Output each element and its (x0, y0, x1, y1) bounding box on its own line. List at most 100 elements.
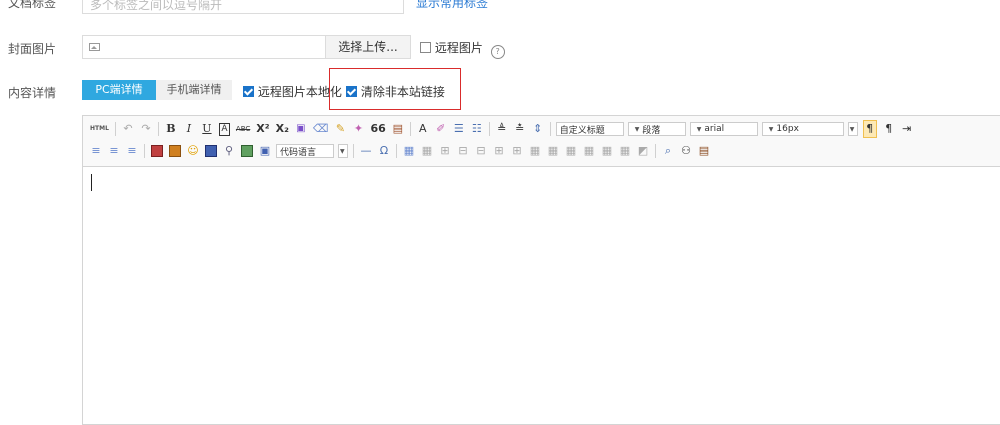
text-cursor (91, 174, 92, 191)
italic-button[interactable]: I (183, 121, 195, 137)
underline-button[interactable]: U (201, 121, 213, 137)
rich-text-editor[interactable]: HTML ↶ ↷ B I U A ABC X² X₂ ▣ ⌫ ✎ ✦ 66 ▤ … (82, 115, 1000, 425)
row-spacing-top-icon[interactable]: ≜ (496, 121, 508, 137)
special-char-button[interactable]: Ω (378, 143, 390, 159)
option-localize-images[interactable]: 远程图片本地化 (243, 83, 342, 100)
indent-icon[interactable]: ⇥ (901, 121, 913, 137)
template-icon[interactable]: ▤ (698, 143, 710, 159)
html-source-button[interactable]: HTML (90, 121, 109, 137)
toolbar-row-1: HTML ↶ ↷ B I U A ABC X² X₂ ▣ ⌫ ✎ ✦ 66 ▤ … (87, 120, 916, 138)
link-icon[interactable]: ⚲ (223, 143, 235, 159)
insert-paragraph-before-table-icon[interactable]: ⊞ (439, 143, 451, 159)
insert-table-icon[interactable]: ▦ (403, 143, 415, 159)
font-size-select[interactable]: ▼ 16px (761, 122, 844, 136)
line-height-icon[interactable]: ⇕ (532, 121, 544, 137)
toolbar-divider (409, 122, 411, 136)
toolbar-divider (549, 122, 551, 136)
font-size-dropdown[interactable]: ▼ (847, 122, 858, 136)
unordered-list-icon[interactable]: ☷ (471, 121, 483, 137)
undo-icon[interactable]: ↶ (122, 121, 134, 137)
content-label: 内容详情 (8, 86, 57, 100)
attachment-icon[interactable]: ▣ (259, 143, 271, 159)
chevron-down-icon: ▼ (849, 125, 855, 133)
cover-path-input[interactable] (82, 35, 326, 59)
paste-plain-icon[interactable]: ▤ (392, 121, 404, 137)
insert-col-icon[interactable]: ⊞ (493, 143, 505, 159)
toolbar-divider (353, 144, 354, 158)
show-common-tags-link[interactable]: 显示常用标签 (416, 0, 488, 11)
align-right-icon[interactable]: ≡ (126, 143, 138, 159)
remote-image-label: 远程图片 (434, 41, 483, 55)
eraser-icon[interactable]: ⌫ (313, 121, 329, 137)
delete-table-icon[interactable]: ▦ (421, 143, 433, 159)
toolbar-divider (396, 144, 397, 158)
toolbar-divider (655, 144, 656, 158)
remote-image-box[interactable] (420, 42, 431, 53)
search-replace-icon[interactable]: ⚇ (680, 143, 692, 159)
insert-row-icon[interactable]: ⊟ (457, 143, 469, 159)
code-language-select[interactable]: 代码语言 (276, 144, 334, 158)
clear-links-box[interactable] (346, 86, 357, 97)
cover-label: 封面图片 (8, 42, 57, 56)
bold-button[interactable]: B (165, 121, 177, 137)
row-spacing-bottom-icon[interactable]: ≛ (514, 121, 526, 137)
paragraph-select[interactable]: ▼ 段落 (627, 122, 686, 136)
tab-pc-detail[interactable]: PC端详情 (82, 80, 156, 100)
font-border-icon[interactable]: A (218, 122, 230, 136)
emoticon-icon[interactable]: ☺ (187, 143, 199, 159)
toolbar-divider (157, 122, 159, 136)
split-cols-icon[interactable]: ▦ (619, 143, 631, 159)
chevron-down-icon: ▼ (696, 125, 702, 133)
delete-col-icon[interactable]: ⊞ (511, 143, 523, 159)
merge-down-icon[interactable]: ▦ (565, 143, 577, 159)
magic-icon[interactable]: ✦ (352, 121, 364, 137)
tags-input[interactable]: 多个标签之间以逗号隔开 (82, 0, 404, 14)
insert-video-icon[interactable] (169, 145, 181, 157)
font-color-button[interactable]: A (417, 121, 429, 137)
redo-icon[interactable]: ↷ (140, 121, 152, 137)
insert-image-icon[interactable] (151, 145, 163, 157)
localize-images-box[interactable] (243, 86, 254, 97)
back-color-icon[interactable]: ✐ (435, 121, 447, 137)
tags-placeholder: 多个标签之间以逗号隔开 (90, 0, 223, 12)
tab-mobile-detail[interactable]: 手机端详情 (156, 80, 232, 100)
upload-button[interactable]: 选择上传... (325, 35, 411, 59)
align-center-icon[interactable]: ≡ (108, 143, 120, 159)
font-family-select[interactable]: ▼ arial (689, 122, 758, 136)
format-brush-icon[interactable]: ✎ (334, 121, 346, 137)
split-cells-icon[interactable]: ▦ (583, 143, 595, 159)
split-rows-icon[interactable]: ▦ (601, 143, 613, 159)
chart-icon[interactable]: ◩ (637, 143, 649, 159)
toolbar-divider (488, 122, 490, 136)
editor-toolbar: HTML ↶ ↷ B I U A ABC X² X₂ ▣ ⌫ ✎ ✦ 66 ▤ … (83, 116, 1000, 167)
code-language-dropdown[interactable]: ▼ (338, 144, 348, 158)
tags-label: 文档标签 (8, 0, 57, 10)
image-icon (89, 43, 100, 51)
blockquote-button[interactable]: 66 (370, 121, 385, 137)
insert-frame-icon[interactable] (205, 145, 217, 157)
strikethrough-button[interactable]: ABC (236, 121, 250, 137)
preview-icon[interactable]: ⌕ (662, 143, 674, 159)
auto-typeset-icon[interactable]: ▣ (295, 121, 307, 137)
option-clear-external-links[interactable]: 清除非本站链接 (346, 83, 445, 100)
ltr-icon[interactable]: ¶ (862, 120, 877, 138)
merge-cells-icon[interactable]: ▦ (529, 143, 541, 159)
clear-links-label: 清除非本站链接 (360, 85, 445, 99)
help-icon[interactable]: ? (490, 45, 505, 59)
chevron-down-icon: ▼ (340, 147, 345, 155)
toolbar-divider (114, 122, 116, 136)
toolbar-divider (144, 144, 145, 158)
horizontal-rule-button[interactable]: — (360, 143, 372, 159)
remote-image-checkbox[interactable]: 远程图片 ? (420, 39, 505, 59)
ordered-list-icon[interactable]: ☰ (453, 121, 465, 137)
delete-row-icon[interactable]: ⊟ (475, 143, 487, 159)
title-select[interactable]: 自定义标题 (555, 122, 624, 136)
merge-right-icon[interactable]: ▦ (547, 143, 559, 159)
toolbar-row-2: ≡ ≡ ≡ ☺ ⚲ ▣ 代码语言 ▼ — Ω ▦ ▦ ⊞ ⊟ ⊟ ⊞ ⊞ ▦ ▦ (87, 142, 713, 160)
align-left-icon[interactable]: ≡ (90, 143, 102, 159)
subscript-button[interactable]: X₂ (276, 121, 289, 137)
superscript-button[interactable]: X² (256, 121, 269, 137)
insert-map-icon[interactable] (241, 145, 253, 157)
chevron-down-icon: ▼ (634, 125, 640, 133)
rtl-icon[interactable]: ¶ (883, 121, 895, 137)
